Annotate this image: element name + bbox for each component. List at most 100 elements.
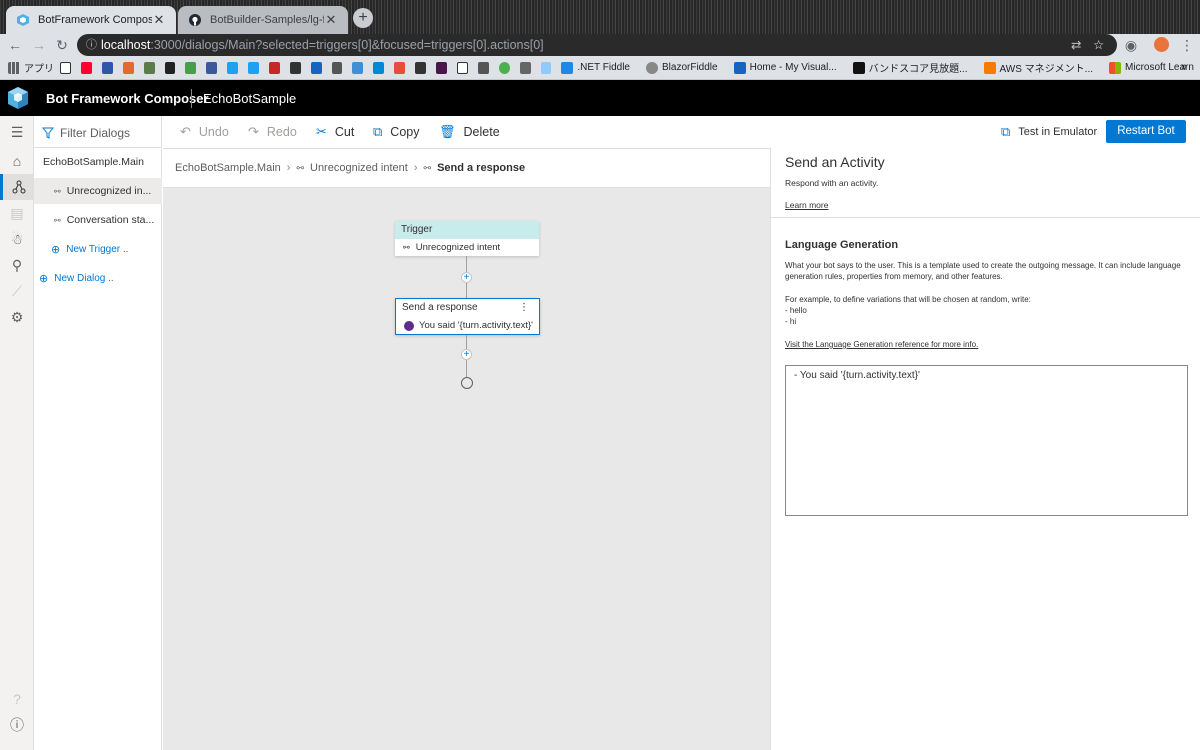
yahoo-icon[interactable] xyxy=(81,61,92,74)
close-icon[interactable]: ✕ xyxy=(324,12,338,28)
tab-botframework-composer[interactable]: BotFramework Composer ✕ xyxy=(6,6,176,34)
bookmark-apps[interactable]: アプリ xyxy=(8,60,54,75)
slack-icon[interactable] xyxy=(435,61,447,74)
filter-dialogs-input[interactable]: Filter Dialogs xyxy=(42,126,130,140)
star-icon[interactable]: ☆ xyxy=(1093,34,1104,56)
trigger-node[interactable]: Trigger ⚯ Unrecognized intent xyxy=(395,221,539,256)
profile-avatar[interactable] xyxy=(1154,37,1169,52)
project-name: EchoBotSample xyxy=(203,91,297,106)
add-action-button[interactable]: + xyxy=(461,349,472,360)
more-options-icon[interactable]: ⋮ xyxy=(519,299,529,317)
bookmark-icon[interactable] xyxy=(164,61,176,74)
open-external-icon: ⧉ xyxy=(1001,124,1011,139)
info-icon[interactable]: ⓘ xyxy=(86,34,97,56)
bookmark-icon[interactable] xyxy=(101,61,113,74)
delete-button[interactable]: 🗑 Delete xyxy=(439,124,500,140)
bookmark-icon[interactable] xyxy=(227,61,239,74)
bookmark-blazorfiddle[interactable]: BlazorFiddle xyxy=(646,61,718,74)
close-icon[interactable]: ✕ xyxy=(152,12,166,28)
new-dialog-link[interactable]: ⊕ New Dialog .. xyxy=(39,272,114,285)
url-path: :3000/dialogs/Main?selected=triggers[0]&… xyxy=(150,38,544,52)
twitter-icon[interactable] xyxy=(248,61,259,74)
flow-canvas[interactable]: Trigger ⚯ Unrecognized intent + Send a r… xyxy=(163,188,770,750)
tree-dialog-root[interactable]: EchoBotSample.Main xyxy=(34,149,162,175)
azure-icon[interactable] xyxy=(373,61,385,74)
composer-favicon-icon xyxy=(17,14,29,26)
back-icon[interactable]: ← xyxy=(6,36,24,54)
analytics-icon[interactable]: ⟋ xyxy=(0,278,34,304)
extension-icon[interactable]: ◉ xyxy=(1122,36,1140,54)
tree-trigger-conversation[interactable]: ⚯ Conversation sta... xyxy=(34,207,162,233)
bookmark-icon[interactable] xyxy=(289,61,301,74)
bookmark-icon[interactable] xyxy=(477,61,489,74)
aws-icon xyxy=(983,61,996,74)
bookmark-icon[interactable] xyxy=(519,61,531,74)
settings-gear-icon[interactable]: ⚙ xyxy=(0,304,34,330)
user-input-icon[interactable]: ⚲ xyxy=(0,252,34,278)
hamburger-menu-icon[interactable]: ☰ xyxy=(0,119,34,145)
bookmark-icon[interactable] xyxy=(498,61,510,74)
bookmark-icon[interactable] xyxy=(456,61,468,74)
cut-button[interactable]: ✂ Cut xyxy=(316,124,354,140)
filter-icon xyxy=(42,127,54,139)
lg-example-intro: For example, to define variations that w… xyxy=(785,295,1031,304)
lg-reference-link[interactable]: Visit the Language Generation reference … xyxy=(785,340,1185,351)
bookmark-my-visual[interactable]: Home - My Visual... xyxy=(733,61,837,74)
redo-button[interactable]: ↷ Redo xyxy=(248,124,297,140)
help-icon[interactable]: ? xyxy=(0,686,34,712)
lg-editor[interactable]: - You said '{turn.activity.text}' xyxy=(785,365,1188,516)
translate-icon[interactable]: ⇄ xyxy=(1071,34,1081,56)
bookmark-icon[interactable] xyxy=(143,61,155,74)
nav-rail: ☰ ⌂ ▤ ☃ ⚲ ⟋ ⚙ ? ⓘ xyxy=(0,116,34,750)
add-action-button[interactable]: + xyxy=(461,272,472,283)
tab-botbuilder-samples[interactable]: BotBuilder-Samples/lg-file-form ✕ xyxy=(178,6,348,34)
learn-more-link[interactable]: Learn more xyxy=(785,200,828,210)
design-flow-icon[interactable] xyxy=(0,174,34,200)
bookmark-icon[interactable] xyxy=(185,61,197,74)
forward-icon[interactable]: → xyxy=(30,36,48,54)
bookmark-icon[interactable] xyxy=(310,61,322,74)
copy-button[interactable]: ⧉ Copy xyxy=(373,124,419,140)
scissors-icon: ✂ xyxy=(316,124,327,139)
address-bar[interactable]: ⓘ localhost:3000/dialogs/Main?selected=t… xyxy=(77,34,1117,56)
restart-bot-button[interactable]: Restart Bot xyxy=(1106,120,1186,143)
filter-underline xyxy=(34,147,162,148)
new-tab-button[interactable]: + xyxy=(353,8,373,28)
test-in-emulator-button[interactable]: ⧉ Test in Emulator xyxy=(1001,124,1097,140)
send-response-body: You said '{turn.activity.text}' xyxy=(396,317,539,334)
send-response-node[interactable]: Send a response ⋮ You said '{turn.activi… xyxy=(395,298,540,335)
facebook-icon[interactable] xyxy=(206,61,218,74)
bookmark-icon[interactable] xyxy=(122,61,134,74)
info-icon[interactable]: ⓘ xyxy=(0,712,34,738)
panel-description: Respond with an activity. xyxy=(785,178,879,188)
undo-button[interactable]: ↶ Undo xyxy=(180,124,229,140)
document-icon[interactable]: ▤ xyxy=(0,200,34,226)
tree-trigger-unrecognized[interactable]: ⚯ Unrecognized in... xyxy=(34,178,162,204)
bookmark-icon[interactable] xyxy=(415,61,426,74)
flow-icon xyxy=(12,180,25,194)
amazon-icon[interactable] xyxy=(60,61,72,74)
bookmark-icon[interactable] xyxy=(331,61,343,74)
tab-title: BotFramework Composer xyxy=(38,14,152,26)
bot-responses-icon[interactable]: ☃ xyxy=(0,226,34,252)
reload-icon[interactable]: ↻ xyxy=(53,36,71,54)
breadcrumb-item-dialog[interactable]: EchoBotSample.Main xyxy=(175,162,281,174)
bookmark-bandscore[interactable]: バンドスコア見放題... xyxy=(852,60,968,75)
browser-toolbar: ← → ↻ ⓘ localhost:3000/dialogs/Main?sele… xyxy=(0,34,1200,56)
bookmark-icon[interactable] xyxy=(352,61,364,74)
office-icon[interactable] xyxy=(394,61,406,74)
home-icon[interactable]: ⌂ xyxy=(0,148,34,174)
new-trigger-link[interactable]: ⊕ New Trigger .. xyxy=(51,243,128,256)
menu-kebab-icon[interactable]: ⋮ xyxy=(1178,36,1196,54)
breadcrumb-item-trigger[interactable]: Unrecognized intent xyxy=(310,162,408,174)
breadcrumb-item-action[interactable]: Send a response xyxy=(437,162,525,174)
dotnet-fiddle-icon xyxy=(561,61,574,74)
app-title: Bot Framework Composer xyxy=(46,91,209,106)
cloud-icon[interactable] xyxy=(540,61,552,74)
tab-title: BotBuilder-Samples/lg-file-form xyxy=(210,14,324,26)
bookmarks-more[interactable]: » xyxy=(1181,61,1187,73)
bookmark-aws[interactable]: AWS マネジメント... xyxy=(983,60,1093,75)
command-bar: ↶ Undo ↷ Redo ✂ Cut ⧉ Copy 🗑 Delete ⧉ Test in … xyxy=(163,116,1200,148)
bookmark-dotnet-fiddle[interactable]: .NET Fiddle xyxy=(561,61,630,74)
bookmark-icon[interactable] xyxy=(268,61,280,74)
